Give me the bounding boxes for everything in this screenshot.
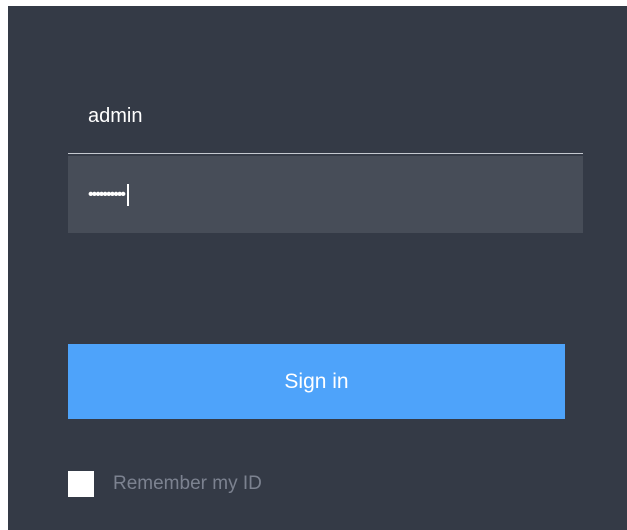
remember-id-option[interactable]: Remember my ID — [68, 471, 262, 497]
username-value: admin — [88, 105, 143, 127]
password-mask: •••••••••• — [88, 186, 126, 203]
text-caret — [127, 183, 130, 206]
password-field[interactable]: •••••••••• — [68, 156, 583, 233]
remember-id-checkbox[interactable] — [68, 471, 94, 497]
password-value: •••••••••• — [88, 180, 130, 210]
sign-in-button[interactable]: Sign in — [68, 344, 565, 419]
remember-id-label[interactable]: Remember my ID — [113, 471, 262, 497]
username-field[interactable]: admin — [68, 82, 583, 154]
login-panel: admin •••••••••• Sign in Remember my ID — [8, 6, 627, 530]
